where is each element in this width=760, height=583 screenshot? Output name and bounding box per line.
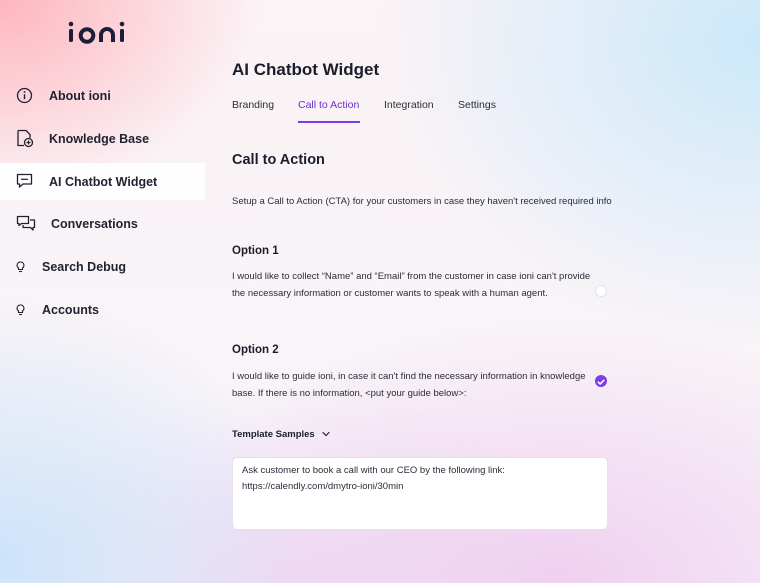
sidebar-item-about-ioni[interactable]: About ioni: [0, 77, 205, 114]
section-description: Setup a Call to Action (CTA) for your cu…: [232, 196, 612, 207]
sidebar-item-ai-chatbot-widget[interactable]: AI Chatbot Widget: [0, 163, 205, 200]
sidebar-item-knowledge-base[interactable]: Knowledge Base: [0, 120, 205, 157]
tab-integration[interactable]: Integration: [384, 99, 434, 123]
sidebar-item-accounts[interactable]: Accounts: [0, 291, 205, 328]
checkmark-icon: [597, 379, 605, 385]
sidebar-item-label: Search Debug: [42, 260, 127, 274]
conversations-icon: [16, 215, 36, 233]
chevron-down-icon: [322, 431, 330, 437]
main-content: AI Chatbot Widget Branding Call to Actio…: [205, 0, 760, 583]
sidebar-item-label: Accounts: [42, 303, 99, 317]
tab-call-to-action[interactable]: Call to Action: [298, 99, 359, 123]
app-window: About ioni Knowledge Base AI Chatbot Wid…: [0, 0, 760, 583]
template-samples-dropdown[interactable]: Template Samples: [232, 427, 330, 441]
sidebar-item-conversations[interactable]: Conversations: [0, 205, 205, 242]
page-title: AI Chatbot Widget: [232, 60, 380, 79]
guide-textarea[interactable]: Ask customer to book a call with our CEO…: [232, 457, 608, 530]
option2-text: I would like to guide ioni, in case it c…: [232, 371, 586, 399]
section-title: Call to Action: [232, 152, 325, 168]
option2-radio[interactable]: [595, 375, 607, 387]
info-circle-icon: [16, 87, 33, 104]
tab-settings[interactable]: Settings: [458, 99, 496, 123]
sidebar-item-label: Knowledge Base: [49, 132, 150, 146]
sidebar-item-label: AI Chatbot Widget: [49, 175, 158, 189]
tab-branding[interactable]: Branding: [232, 99, 274, 123]
sidebar: About ioni Knowledge Base AI Chatbot Wid…: [0, 0, 205, 583]
document-add-icon: [16, 129, 34, 148]
sidebar-item-label: About ioni: [49, 89, 111, 103]
ioni-logo: [68, 21, 125, 44]
sidebar-item-label: Conversations: [51, 217, 138, 231]
template-samples-label: Template Samples: [232, 428, 315, 440]
option1-text: I would like to collect “Name” and “Emai…: [232, 271, 591, 299]
sidebar-item-search-debug[interactable]: Search Debug: [0, 248, 205, 285]
lightbulb-icon: [16, 304, 25, 316]
option2-title: Option 2: [232, 344, 279, 356]
lightbulb-icon: [16, 261, 25, 273]
option1-title: Option 1: [232, 245, 279, 257]
chat-bubble-icon: [16, 173, 33, 189]
active-tab-indicator: [298, 121, 360, 123]
option1-radio[interactable]: [595, 285, 607, 297]
